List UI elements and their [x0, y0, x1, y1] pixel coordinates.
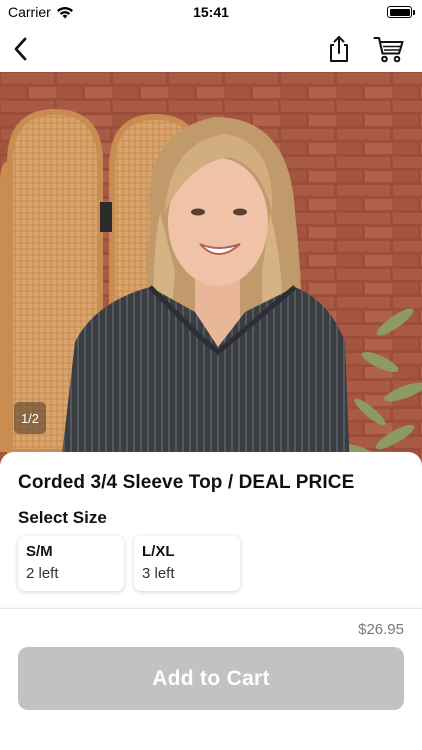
share-button[interactable] — [322, 32, 356, 66]
size-option-stock: 2 left — [26, 565, 59, 582]
size-options: S/M 2 left L/XL 3 left — [18, 536, 240, 591]
size-option-label: L/XL — [142, 543, 175, 560]
product-title: Corded 3/4 Sleeve Top / DEAL PRICE — [18, 472, 355, 493]
status-clock: 15:41 — [193, 4, 229, 20]
size-section-heading: Select Size — [18, 508, 107, 527]
product-image-gallery[interactable]: 1/2 — [0, 72, 422, 472]
purchase-bar: $26.95 Add to Cart — [0, 608, 422, 750]
back-button[interactable] — [4, 32, 38, 66]
product-details-sheet: Corded 3/4 Sleeve Top / DEAL PRICE Selec… — [0, 452, 422, 612]
battery-icon — [387, 6, 415, 18]
nav-bar — [0, 26, 422, 72]
cart-icon — [373, 36, 404, 63]
add-to-cart-button[interactable]: Add to Cart — [18, 647, 404, 710]
size-option-stock: 3 left — [142, 565, 175, 582]
size-option-s-m[interactable]: S/M 2 left — [18, 536, 124, 591]
product-photo — [0, 72, 422, 472]
size-option-l-xl[interactable]: L/XL 3 left — [134, 536, 240, 591]
cart-button[interactable] — [372, 32, 406, 66]
product-price: $26.95 — [358, 621, 404, 638]
chevron-left-icon — [14, 37, 27, 61]
size-option-label: S/M — [26, 543, 53, 560]
share-icon — [330, 36, 348, 62]
status-bar: Carrier 15:41 — [0, 0, 422, 26]
image-page-indicator: 1/2 — [14, 402, 46, 434]
